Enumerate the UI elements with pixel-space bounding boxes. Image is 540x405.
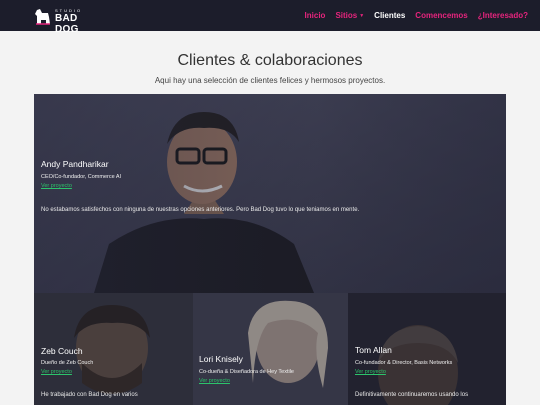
client-role: Dueño de Zeb Couch xyxy=(41,360,94,366)
page-title: Clientes & colaboraciones xyxy=(177,52,363,69)
nav-item-sitios-label: Sitios xyxy=(335,11,358,20)
chevron-down-icon: ▼ xyxy=(359,12,365,19)
nav-menu: Inicio Sitios ▼ Clientes Comencemos ¿Int… xyxy=(305,0,528,31)
view-project-link[interactable]: Ver proyecto xyxy=(199,378,230,384)
client-quote: He trabajado con Bad Dog en varios xyxy=(41,392,138,398)
client-role: Co-dueña & Diseñadora de Hey Textile xyxy=(199,369,294,375)
studio-bad-dog-logo[interactable]: STUDIO BAD DOG xyxy=(34,8,104,35)
dog-logo-icon xyxy=(35,9,50,25)
top-nav: STUDIO BAD DOG Inicio Sitios ▼ Clientes … xyxy=(0,0,540,35)
client-name: Andy Pandharikar xyxy=(41,159,109,169)
page-subtitle: Aqui hay una selección de clientes felic… xyxy=(154,76,386,85)
card-overlay xyxy=(34,94,506,293)
client-card-lori: Lori Knisely Co-dueña & Diseñadora de He… xyxy=(193,293,348,405)
nav-item-inicio[interactable]: Inicio xyxy=(305,11,326,20)
nav-item-clientes[interactable]: Clientes xyxy=(374,11,405,20)
view-project-link[interactable]: Ver proyecto xyxy=(41,369,72,375)
nav-item-sitios[interactable]: Sitios ▼ xyxy=(335,11,364,20)
nav-item-interesado[interactable]: ¿Interesado? xyxy=(478,11,528,20)
client-name: Tom Allan xyxy=(355,345,392,355)
client-role: CEO/Co-fundador, Commerce AI xyxy=(41,174,122,180)
client-card-andy: Andy Pandharikar CEO/Co-fundador, Commer… xyxy=(34,94,506,293)
view-project-link[interactable]: Ver proyecto xyxy=(355,369,386,375)
client-card-tom: Tom Allan Co-fundador & Director, Basis … xyxy=(348,293,506,405)
client-name: Zeb Couch xyxy=(41,346,83,356)
card-overlay xyxy=(193,293,348,405)
client-card-zeb: Zeb Couch Dueño de Zeb Couch Ver proyect… xyxy=(34,293,193,405)
client-role: Co-fundador & Director, Basis Networks xyxy=(355,360,453,366)
nav-item-comencemos[interactable]: Comencemos xyxy=(415,11,467,20)
client-quote: Definitivamente continuaremos usando los xyxy=(355,392,469,398)
client-quote: No estabamos satisfechos con ninguna de … xyxy=(41,207,360,213)
view-project-link[interactable]: Ver proyecto xyxy=(41,183,72,189)
client-name: Lori Knisely xyxy=(199,354,243,364)
logo-big-text: BAD DOG xyxy=(55,13,79,35)
